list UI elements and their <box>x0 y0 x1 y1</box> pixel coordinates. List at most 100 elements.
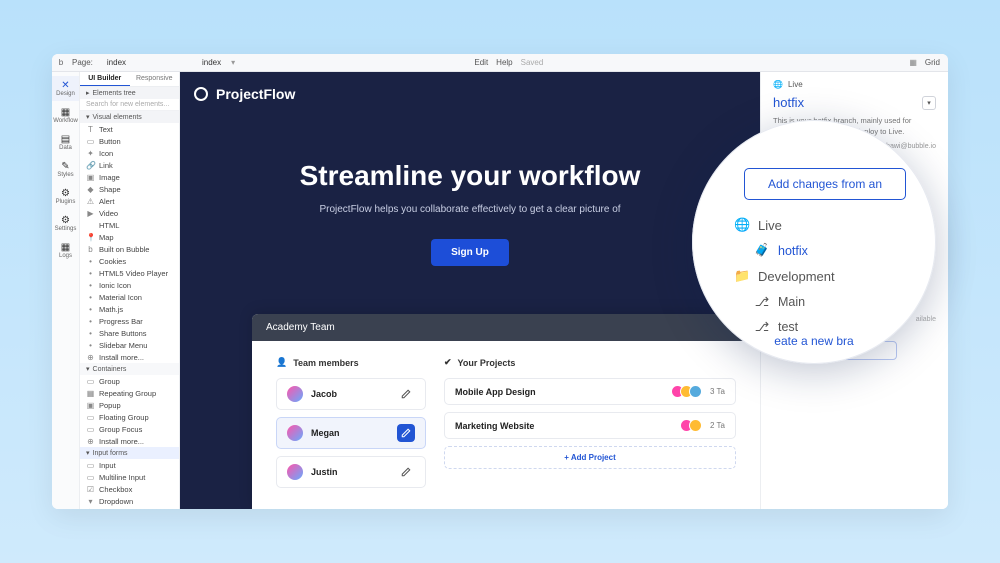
chevron-down-icon[interactable]: ▾ <box>231 58 235 67</box>
tab-responsive[interactable]: Responsive <box>130 72 180 86</box>
tree-gf[interactable]: ▭Group Focus <box>80 423 179 435</box>
chevron-down-icon: ▾ <box>86 113 90 121</box>
tree-video[interactable]: ▶Video <box>80 207 179 219</box>
rail-styles-label: Styles <box>57 172 73 178</box>
topbar-center: index ▾ <box>202 58 312 67</box>
rail-plugins[interactable]: ⚙Plugins <box>52 184 79 209</box>
project-row[interactable]: Mobile App Design3 Ta <box>444 378 736 405</box>
tree-install1[interactable]: ⊕Install more... <box>80 351 179 363</box>
rail-styles[interactable]: ✎Styles <box>52 157 79 182</box>
add-changes-button[interactable]: Add changes from an <box>744 168 906 200</box>
rail-settings[interactable]: ⚙Settings <box>52 211 79 236</box>
globe-icon: 🌐 <box>734 217 750 233</box>
tree-checkbox[interactable]: ☑Checkbox <box>80 483 179 495</box>
avatar <box>689 385 702 398</box>
globe-icon: 🌐 <box>773 80 783 89</box>
edit-icon[interactable] <box>397 385 415 403</box>
tree-mathjs[interactable]: •Math.js <box>80 303 179 315</box>
tree-fg[interactable]: ▭Floating Group <box>80 411 179 423</box>
edit-menu[interactable]: Edit <box>474 58 488 67</box>
tab-ui-builder[interactable]: UI Builder <box>80 72 130 86</box>
tree-share-icon: • <box>86 329 95 338</box>
rail-workflow[interactable]: ▦Workflow <box>52 103 79 128</box>
suitcase-icon: 🧳 <box>754 243 770 258</box>
tree-mli[interactable]: ▭Multiline Input <box>80 471 179 483</box>
elements-search[interactable]: Search for new elements... <box>80 99 179 111</box>
avatar <box>287 464 303 480</box>
tree-dropdown[interactable]: ▾Dropdown <box>80 495 179 507</box>
rail-design-label: Design <box>56 91 75 97</box>
tree-popup[interactable]: ▣Popup <box>80 399 179 411</box>
tree-button-icon: ▭ <box>86 137 95 146</box>
branch-dropdown[interactable]: ▾ <box>922 96 936 110</box>
member-row[interactable]: Megan <box>276 417 426 449</box>
help-menu[interactable]: Help <box>496 58 512 67</box>
section-input-forms[interactable]: ▾ Input forms <box>80 447 179 459</box>
page-name[interactable]: index <box>107 58 126 67</box>
member-row[interactable]: Justin <box>276 456 426 488</box>
tree-map[interactable]: 📍Map <box>80 231 179 243</box>
rail-data-icon: ▤ <box>61 133 70 145</box>
tree-button[interactable]: ▭Button <box>80 135 179 147</box>
tree-ionic[interactable]: •Ionic Icon <box>80 279 179 291</box>
grid-toggle-icon[interactable]: ▦ <box>909 58 917 67</box>
branch-name[interactable]: hotfix <box>773 95 804 110</box>
tree-rg[interactable]: ▦Repeating Group <box>80 387 179 399</box>
project-row[interactable]: Marketing Website2 Ta <box>444 412 736 439</box>
branch-group: 🌐Live <box>730 214 898 236</box>
center-pagename[interactable]: index <box>202 58 221 67</box>
rail-design[interactable]: ✕Design <box>52 76 79 101</box>
branch-icon: ⎇ <box>754 319 770 334</box>
tree-icon[interactable]: ✦Icon <box>80 147 179 159</box>
tree-share[interactable]: •Share Buttons <box>80 327 179 339</box>
rail-styles-icon: ✎ <box>61 160 69 172</box>
edit-icon[interactable] <box>397 463 415 481</box>
editor-canvas[interactable]: ProjectFlow Streamline your workflow Pro… <box>180 72 760 509</box>
edit-icon[interactable] <box>397 424 415 442</box>
tree-map-icon: 📍 <box>86 233 95 242</box>
tree-input[interactable]: ▭Input <box>80 459 179 471</box>
section-elements-tree[interactable]: ▸ Elements tree <box>80 87 179 99</box>
brand-name: ProjectFlow <box>216 86 295 102</box>
branch-item-label: hotfix <box>778 244 808 258</box>
section-visual-elements[interactable]: ▾ Visual elements <box>80 111 179 123</box>
tree-searchbox[interactable]: 🔍Search Box <box>80 507 179 509</box>
tree-html[interactable]: HTML <box>80 219 179 231</box>
tree-text[interactable]: TText <box>80 123 179 135</box>
create-branch-link[interactable]: eate a new bra <box>704 334 924 348</box>
tree-cookies[interactable]: •Cookies <box>80 255 179 267</box>
tree-shape-icon: ◆ <box>86 185 95 194</box>
branch-item[interactable]: ⎇Main <box>730 291 898 312</box>
tree-alert[interactable]: ⚠Alert <box>80 195 179 207</box>
tree-image[interactable]: ▣Image <box>80 171 179 183</box>
tree-builton-icon: b <box>86 245 95 254</box>
tree-install2[interactable]: ⊕Install more... <box>80 435 179 447</box>
project-name: Marketing Website <box>455 421 672 431</box>
tree-popup-icon: ▣ <box>86 401 95 410</box>
hero-title: Streamline your workflow <box>300 160 641 192</box>
tree-video-icon: ▶ <box>86 209 95 218</box>
signup-button[interactable]: Sign Up <box>431 239 509 266</box>
member-name: Jacob <box>311 389 389 399</box>
member-row[interactable]: Jacob <box>276 378 426 410</box>
check-icon: ✔ <box>444 357 452 368</box>
tree-group[interactable]: ▭Group <box>80 375 179 387</box>
rail-logs[interactable]: ▦Logs <box>52 238 79 263</box>
chevron-right-icon: ▸ <box>86 89 90 97</box>
tree-shape[interactable]: ◆Shape <box>80 183 179 195</box>
section-containers[interactable]: ▾ Containers <box>80 363 179 375</box>
grid-label[interactable]: Grid <box>925 58 940 67</box>
tree-material[interactable]: •Material Icon <box>80 291 179 303</box>
project-avatars <box>671 385 702 398</box>
rail-data[interactable]: ▤Data <box>52 130 79 155</box>
tree-checkbox-icon: ☑ <box>86 485 95 494</box>
tree-slidebar[interactable]: •Slidebar Menu <box>80 339 179 351</box>
tree-builton[interactable]: bBuilt on Bubble <box>80 243 179 255</box>
tree-html5vp[interactable]: •HTML5 Video Player <box>80 267 179 279</box>
tree-link[interactable]: 🔗Link <box>80 159 179 171</box>
add-project-button[interactable]: + Add Project <box>444 446 736 469</box>
branch-item[interactable]: 🧳 hotfix <box>730 240 898 261</box>
branch-item-label: test <box>778 320 798 334</box>
project-avatars <box>680 419 702 432</box>
tree-progress[interactable]: •Progress Bar <box>80 315 179 327</box>
